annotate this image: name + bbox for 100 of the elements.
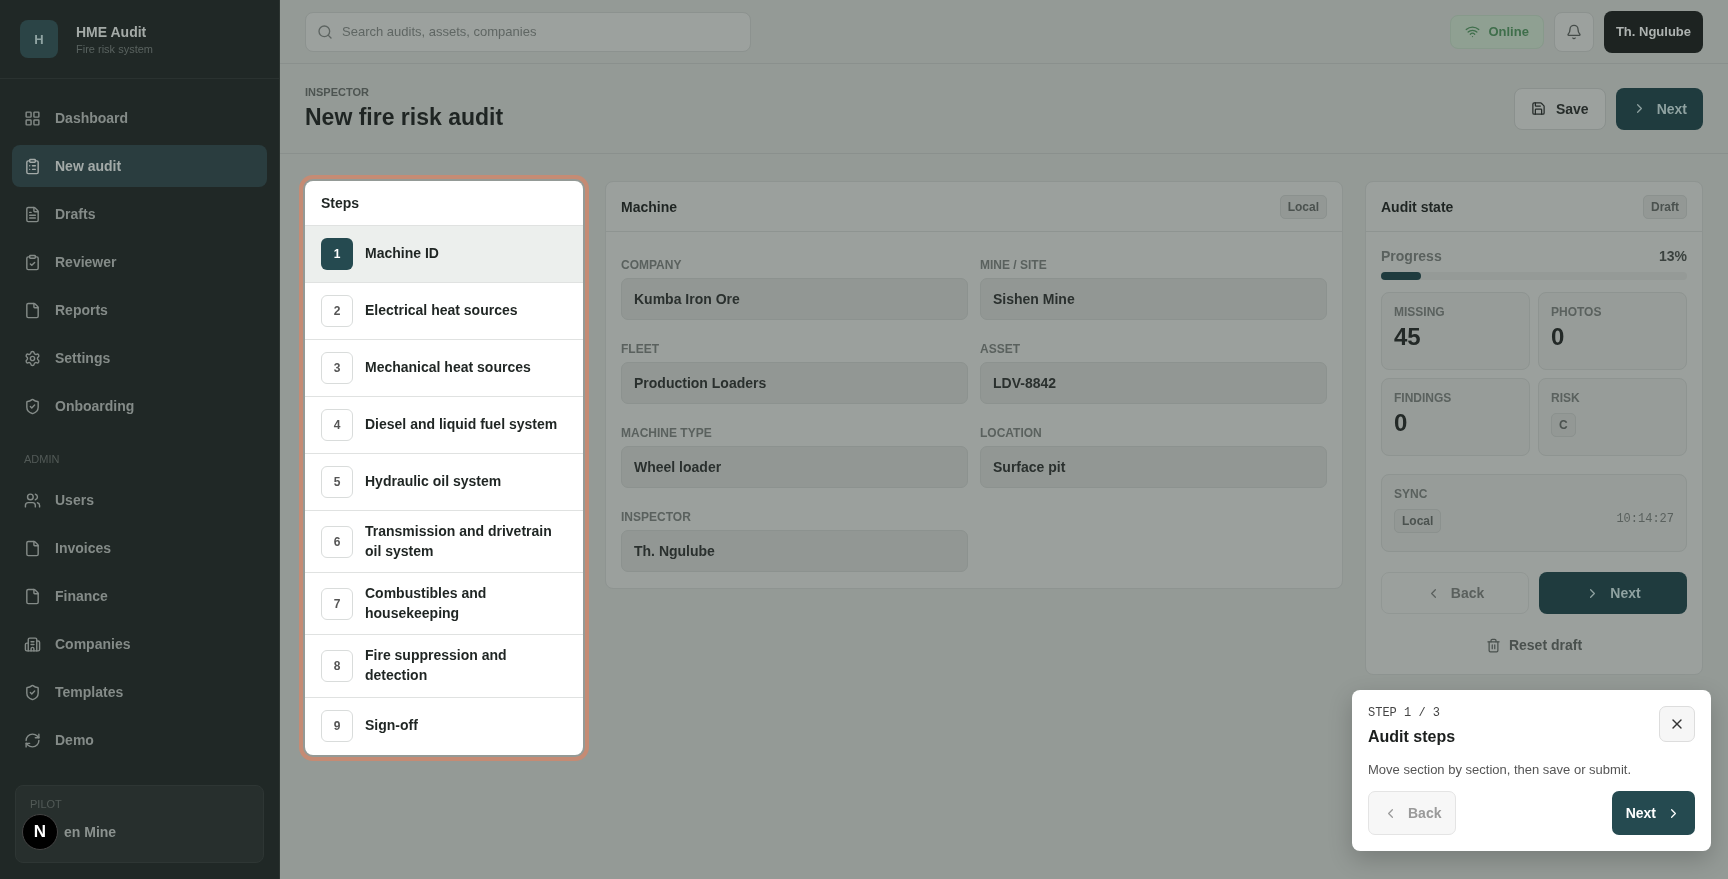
input-field[interactable]: LDV-8842 xyxy=(980,362,1327,404)
nav-item[interactable]: Templates xyxy=(12,671,267,713)
building-icon xyxy=(24,635,41,653)
site-name: en Mine xyxy=(64,824,117,840)
nav-item[interactable]: Drafts xyxy=(12,193,267,235)
step-number: 3 xyxy=(321,352,353,384)
step-number: 4 xyxy=(321,409,353,441)
input-field[interactable]: Surface pit xyxy=(980,446,1327,488)
nav-item[interactable]: New audit xyxy=(12,145,267,187)
step-number: 7 xyxy=(321,587,353,620)
next-button[interactable]: Next xyxy=(1615,87,1703,130)
online-status: Online xyxy=(1450,14,1544,49)
step-number: 8 xyxy=(321,649,353,682)
card-title: Audit state xyxy=(1381,198,1454,215)
users-icon xyxy=(24,491,41,509)
input-field[interactable]: Sishen Mine xyxy=(980,278,1327,320)
field-label: MACHINE TYPE xyxy=(621,426,713,440)
step-label: Transmission and drivetrain oil system xyxy=(365,522,553,561)
status-tag: Local xyxy=(1279,194,1327,219)
step-number: 2 xyxy=(321,295,353,327)
step-item[interactable]: 1 Machine ID xyxy=(305,226,583,283)
step-item[interactable]: 3 Mechanical heat sources xyxy=(305,340,583,397)
stat-value: 0 xyxy=(1551,323,1566,351)
page-eyebrow: INSPECTOR xyxy=(305,86,370,98)
step-label: Sign-off xyxy=(365,716,418,736)
step-item[interactable]: 4 Diesel and liquid fuel system xyxy=(305,397,583,454)
card-title: Machine xyxy=(621,198,677,215)
stat-label: MISSING xyxy=(1394,305,1446,319)
sync-time: 10:14:27 xyxy=(1616,512,1674,526)
file-icon xyxy=(24,539,41,557)
step-item[interactable]: 7 Combustibles and housekeeping xyxy=(305,573,583,636)
app-name: HME Audit xyxy=(76,23,148,40)
notifications-button[interactable] xyxy=(1553,11,1594,52)
logo: H xyxy=(20,20,58,58)
user-button[interactable]: Th. Ngulube xyxy=(1603,10,1703,53)
stat-label: PHOTOS xyxy=(1551,305,1603,319)
input-field[interactable]: Kumba Iron Ore xyxy=(621,278,968,320)
shield-icon xyxy=(24,397,41,415)
field-label: FLEET xyxy=(621,342,660,356)
refresh-icon xyxy=(24,731,41,749)
wifi-icon xyxy=(1465,24,1481,39)
step-label: Machine ID xyxy=(365,244,439,264)
field-label: ASSET xyxy=(980,342,1021,356)
step-item[interactable]: 8 Fire suppression and detection xyxy=(305,635,583,698)
nav-item[interactable]: Finance xyxy=(12,575,267,617)
step-item[interactable]: 2 Electrical heat sources xyxy=(305,283,583,340)
trash-icon xyxy=(1485,637,1501,653)
step-item[interactable]: 6 Transmission and drivetrain oil system xyxy=(305,511,583,574)
status-tag: Draft xyxy=(1643,194,1687,219)
step-label: Combustibles and housekeeping xyxy=(365,584,488,623)
stat-label: FINDINGS xyxy=(1394,391,1453,405)
nav-item[interactable]: Invoices xyxy=(12,527,267,569)
input-field[interactable]: Th. Ngulube xyxy=(621,530,968,572)
progress-value: 13% xyxy=(1658,248,1687,264)
page-title: New fire risk audit xyxy=(305,104,505,131)
step-number: 5 xyxy=(321,466,353,498)
step-item[interactable]: 9 Sign-off xyxy=(305,697,583,755)
sync-tag: Local xyxy=(1394,509,1442,533)
reset-draft-button[interactable]: Reset draft xyxy=(1479,636,1589,654)
dev-badge[interactable]: N xyxy=(22,814,58,850)
tour-title: Audit steps xyxy=(1368,728,1456,746)
grid-icon xyxy=(24,109,41,127)
nav-item[interactable]: Users xyxy=(12,479,267,521)
step-number: 9 xyxy=(321,710,353,743)
step-item[interactable]: 5 Hydraulic oil system xyxy=(305,454,583,511)
risk-tag: C xyxy=(1551,413,1576,437)
input-field[interactable]: Production Loaders xyxy=(621,362,968,404)
save-button[interactable]: Save xyxy=(1513,87,1606,130)
close-button[interactable] xyxy=(1659,706,1695,742)
next-button[interactable]: Next xyxy=(1539,572,1687,614)
field-label: MINE / SITE xyxy=(980,258,1048,272)
tour-step-counter: STEP 1 / 3 xyxy=(1368,706,1441,720)
settings-icon xyxy=(24,349,41,367)
search-icon xyxy=(317,23,333,40)
file-icon xyxy=(24,587,41,605)
step-number: 1 xyxy=(321,238,353,270)
step-label: Fire suppression and detection xyxy=(365,646,508,685)
search-field[interactable]: Search audits, assets, companies xyxy=(305,11,751,52)
sync-label: SYNC xyxy=(1394,487,1429,501)
input-field[interactable]: Wheel loader xyxy=(621,446,968,488)
field-label: COMPANY xyxy=(621,258,683,272)
nav-item[interactable]: Demo xyxy=(12,719,267,761)
step-number: 6 xyxy=(321,525,353,558)
nav-item[interactable]: Reviewer xyxy=(12,241,267,283)
field-label: INSPECTOR xyxy=(621,510,692,524)
stat-value: 0 xyxy=(1394,409,1409,437)
next-button[interactable]: Next xyxy=(1611,791,1695,835)
nav-item[interactable]: Reports xyxy=(12,289,267,331)
stat-value: 45 xyxy=(1394,323,1422,351)
nav-item[interactable]: Settings xyxy=(12,337,267,379)
bell-icon xyxy=(1565,23,1582,40)
nav-item[interactable]: Companies xyxy=(12,623,267,665)
step-label: Mechanical heat sources xyxy=(365,358,531,378)
save-icon xyxy=(1530,101,1546,116)
clipboard-check-icon xyxy=(24,253,41,271)
file-icon xyxy=(24,301,41,319)
nav-item[interactable]: Onboarding xyxy=(12,385,267,427)
nav-item[interactable]: Dashboard xyxy=(12,97,267,139)
step-label: Electrical heat sources xyxy=(365,301,518,321)
document-icon xyxy=(24,205,41,223)
